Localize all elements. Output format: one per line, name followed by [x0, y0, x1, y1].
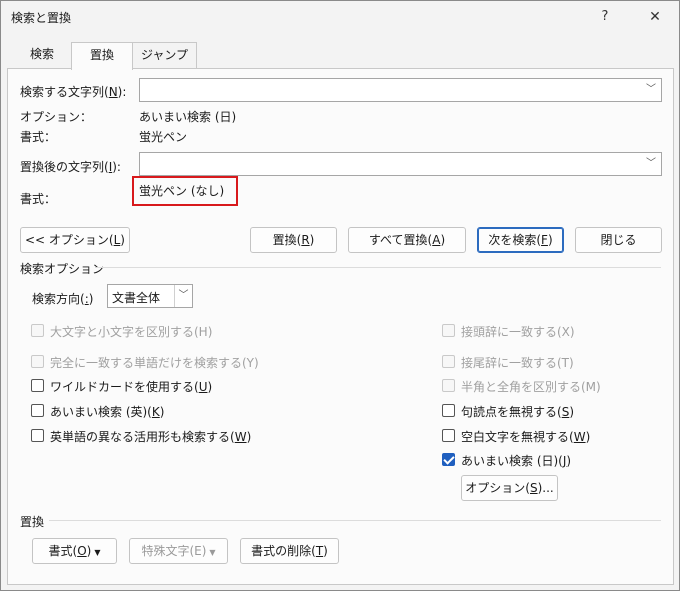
find-option-label: オプション： [20, 110, 93, 124]
word-forms-label: 英単語の異なる活用形も検索する(W) [50, 430, 252, 444]
fuzzy-english-checkbox[interactable] [31, 404, 44, 417]
title-bar: 検索と置換 ? ✕ [1, 1, 679, 33]
caret-down-icon: ▼ [209, 548, 216, 557]
find-format-label: 書式： [20, 130, 57, 144]
tab-jump[interactable]: ジャンプ [133, 42, 197, 68]
close-button[interactable]: 閉じる [575, 227, 662, 253]
match-case-checkbox[interactable] [31, 324, 44, 337]
fuzzy-japanese-label: あいまい検索 (日)(J) [461, 454, 572, 468]
match-case-label: 大文字と小文字を区別する(H) [50, 325, 213, 339]
replace-format-label: 書式： [20, 192, 57, 206]
find-next-button[interactable]: 次を検索(F) [477, 227, 564, 253]
ignore-whitespace-label: 空白文字を無視する(W) [461, 430, 591, 444]
fuzzy-english-label: あいまい検索 (英)(K) [50, 405, 165, 419]
find-option-value: あいまい検索 (日) [139, 110, 237, 124]
chevron-down-icon[interactable]: ﹀ [641, 153, 661, 175]
whole-word-checkbox[interactable] [31, 355, 44, 368]
replace-label: 置換後の文字列(I): [20, 160, 121, 174]
wildcard-label: ワイルドカードを使用する(U) [50, 380, 213, 394]
find-replace-dialog: 検索と置換 ? ✕ 検索 置換 ジャンプ 検索する文字列(N): ﹀ オプション… [0, 0, 680, 591]
divider [95, 267, 661, 268]
close-window-button[interactable]: ✕ [641, 5, 669, 29]
tab-search[interactable]: 検索 [13, 42, 71, 68]
word-forms-checkbox[interactable] [31, 429, 44, 442]
whole-word-label: 完全に一致する単語だけを検索する(Y) [50, 356, 259, 370]
ignore-whitespace-checkbox[interactable] [442, 429, 455, 442]
fuzzy-japanese-checkbox[interactable] [442, 453, 455, 466]
match-suffix-label: 接尾辞に一致する(T) [461, 356, 574, 370]
half-full-width-checkbox[interactable] [442, 379, 455, 392]
ignore-punctuation-label: 句読点を無視する(S) [461, 405, 574, 419]
help-button[interactable]: ? [591, 5, 619, 29]
special-chars-dropdown-button[interactable]: 特殊文字(E) ▼ [129, 538, 228, 564]
match-prefix-checkbox[interactable] [442, 324, 455, 337]
chevron-down-icon[interactable]: ﹀ [641, 79, 661, 101]
dialog-title: 検索と置換 [11, 11, 72, 25]
highlight-annotation-box [132, 176, 238, 206]
replace-all-button[interactable]: すべて置換(A) [348, 227, 466, 253]
options-toggle-button[interactable]: << オプション(L) [20, 227, 130, 253]
match-suffix-checkbox[interactable] [442, 355, 455, 368]
find-text-input[interactable]: ﹀ [139, 78, 662, 102]
replace-button[interactable]: 置換(R) [250, 227, 337, 253]
match-prefix-label: 接頭辞に一致する(X) [461, 325, 575, 339]
fuzzy-options-button[interactable]: オプション(S)... [461, 475, 558, 501]
ignore-punctuation-checkbox[interactable] [442, 404, 455, 417]
tab-replace[interactable]: 置換 [71, 42, 133, 70]
search-options-header: 検索オプション [20, 262, 105, 276]
half-full-width-label: 半角と全角を区別する(M) [461, 380, 601, 394]
direction-label: 検索方向(:) [32, 292, 94, 306]
replace-text-input[interactable]: ﹀ [139, 152, 662, 176]
direction-select[interactable]: 文書全体 ﹀ [107, 284, 193, 308]
chevron-down-icon[interactable]: ﹀ [174, 285, 192, 307]
format-dropdown-button[interactable]: 書式(O) ▼ [32, 538, 117, 564]
divider [49, 520, 661, 521]
find-label: 検索する文字列(N): [20, 85, 127, 99]
clear-format-button[interactable]: 書式の削除(T) [240, 538, 339, 564]
caret-down-icon: ▼ [94, 548, 101, 557]
wildcard-checkbox[interactable] [31, 379, 44, 392]
find-format-value: 蛍光ペン [139, 130, 188, 144]
replace-section-header: 置換 [20, 515, 45, 529]
